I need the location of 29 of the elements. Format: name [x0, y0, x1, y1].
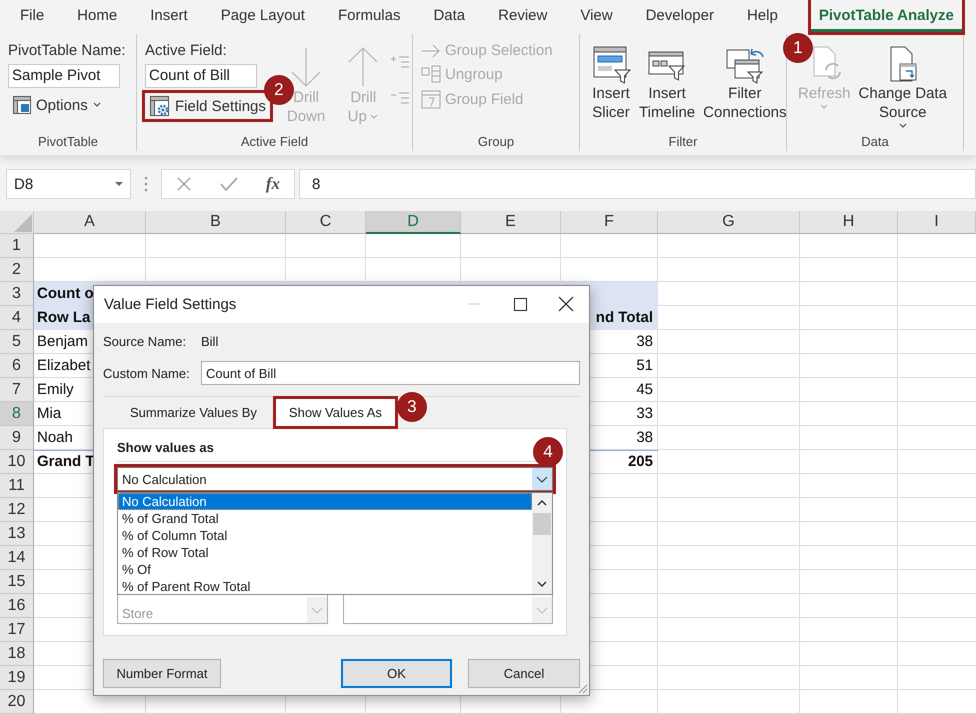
- group-label: Active Field: [240, 134, 310, 151]
- cell-text: Benjam: [37, 333, 88, 350]
- source-name-value: Bill: [201, 334, 218, 348]
- cell-text: Noah: [37, 429, 73, 446]
- field-label: Active Field:: [145, 42, 228, 59]
- cell-text: 33: [636, 405, 653, 422]
- section-label: Show values as: [117, 440, 214, 455]
- step-badge: 3: [396, 392, 427, 422]
- cell-text: Emily: [37, 381, 74, 398]
- cell-text: 205: [628, 453, 653, 470]
- group-label: Group: [476, 134, 516, 151]
- cell-text: Row La: [37, 309, 90, 326]
- group-label: Data: [860, 134, 890, 151]
- cell-text: 51: [636, 357, 653, 374]
- group-label: Filter: [668, 134, 698, 151]
- cell-text: nd Total: [596, 309, 653, 326]
- step-badge: 4: [533, 437, 563, 467]
- cell-text: 45: [636, 381, 653, 398]
- dialog-title: Value Field Settings: [103, 296, 236, 313]
- step-badge: 2: [264, 75, 294, 105]
- cell-text: Elizabet: [37, 357, 90, 374]
- cell-text: Count o: [37, 285, 94, 302]
- cell-text: 38: [636, 333, 653, 350]
- cell-text: 38: [636, 429, 653, 446]
- cell-text: Mia: [37, 405, 62, 422]
- field-label: PivotTable Name:: [8, 42, 127, 59]
- field-label: Custom Name:: [103, 366, 191, 380]
- group-label: PivotTable: [37, 134, 99, 151]
- field-label: Source Name:: [103, 334, 188, 348]
